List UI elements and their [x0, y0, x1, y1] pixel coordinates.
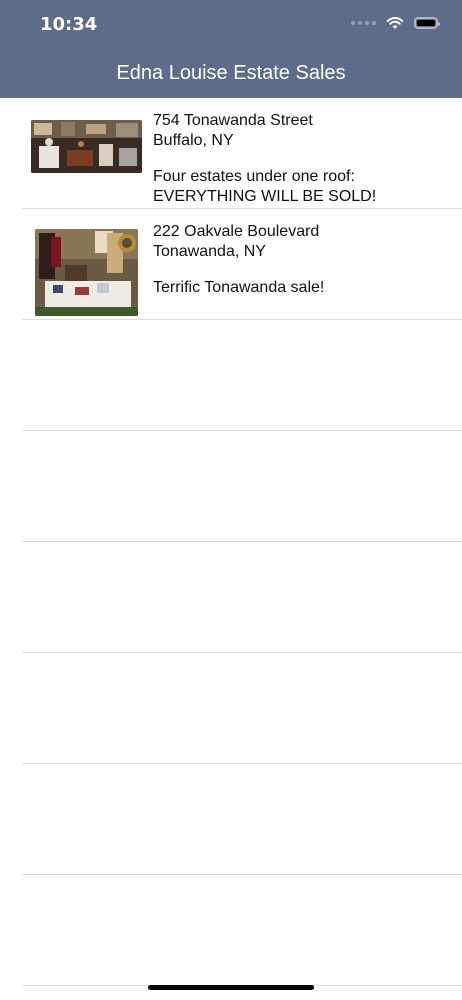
sale-details: 222 Oakvale Boulevard Tonawanda, NY Terr…: [153, 222, 324, 298]
empty-row: [22, 320, 462, 431]
battery-icon: [414, 17, 440, 29]
list-item[interactable]: 754 Tonawanda Street Buffalo, NY Four es…: [22, 98, 462, 209]
estate-items-photo: [35, 229, 138, 316]
home-indicator[interactable]: [148, 985, 314, 990]
sale-description: Four estates under one roof:: [153, 168, 355, 185]
estate-room-photo: [31, 120, 142, 173]
sale-street: 222 Oakvale Boulevard: [153, 223, 320, 240]
sale-details: 754 Tonawanda Street Buffalo, NY Four es…: [153, 111, 376, 207]
sale-description-2: EVERYTHING WILL BE SOLD!: [153, 188, 377, 205]
wifi-icon: [386, 17, 404, 29]
signal-dots-icon: [351, 21, 376, 25]
list-item[interactable]: 222 Oakvale Boulevard Tonawanda, NY Terr…: [22, 209, 462, 320]
sales-list[interactable]: 754 Tonawanda Street Buffalo, NY Four es…: [0, 98, 462, 986]
sale-city: Buffalo, NY: [153, 132, 234, 149]
sale-thumbnail: [31, 120, 142, 173]
empty-row: [22, 542, 462, 653]
empty-row: [22, 431, 462, 542]
empty-row: [22, 764, 462, 875]
sale-thumbnail: [35, 229, 138, 316]
empty-row: [22, 653, 462, 764]
sale-city: Tonawanda, NY: [153, 243, 266, 260]
navigation-header: 10:34 Edna Louise Estate Sales: [0, 0, 462, 98]
status-icons: [351, 16, 440, 30]
status-time: 10:34: [40, 14, 98, 35]
sale-description: Terrific Tonawanda sale!: [153, 279, 325, 296]
sale-street: 754 Tonawanda Street: [153, 112, 313, 129]
empty-row: [22, 875, 462, 986]
nav-title: Edna Louise Estate Sales: [116, 62, 346, 84]
